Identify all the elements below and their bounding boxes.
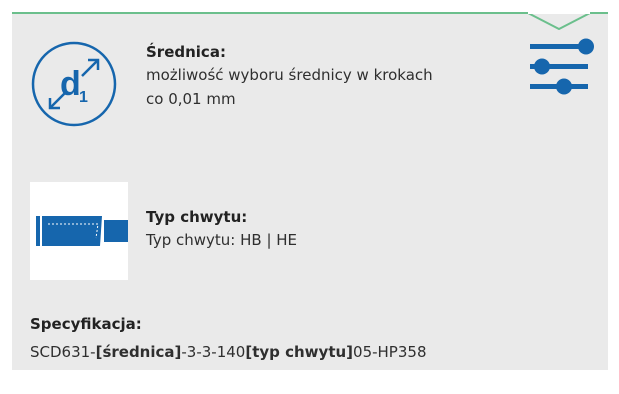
spec-code-shank-placeholder: [typ chwytu] — [245, 343, 354, 361]
shank-description: Typ chwytu: HB | HE — [146, 231, 298, 249]
shank-icon — [36, 216, 128, 246]
settings-sliders-icon[interactable] — [528, 38, 598, 96]
diameter-label: Średnica: — [146, 43, 226, 61]
shank-type-icon — [30, 182, 128, 280]
spec-code-middle: -3-3-140 — [181, 343, 246, 361]
shank-label: Typ chwytu: — [146, 208, 248, 226]
specification-label: Specyfikacja: — [30, 315, 142, 333]
specification-code: SCD631-[średnica]-3-3-140[typ chwytu]05-… — [30, 343, 427, 361]
diameter-info: Średnica: możliwość wyboru średnicy w kr… — [146, 41, 518, 111]
diameter-symbol: d — [60, 65, 81, 103]
notch-chevron-icon — [528, 12, 590, 30]
diameter-subscript: 1 — [79, 89, 88, 106]
spec-code-diameter-placeholder: [średnica] — [95, 343, 182, 361]
diameter-description-line2: co 0,01 mm — [146, 90, 236, 108]
spec-code-prefix: SCD631- — [30, 343, 96, 361]
diameter-description-line1: możliwość wyboru średnicy w krokach — [146, 66, 433, 84]
diameter-d1-icon: d 1 — [31, 41, 117, 127]
spec-code-suffix: 05-HP358 — [353, 343, 427, 361]
shank-info: Typ chwytu: Typ chwytu: HB | HE — [146, 206, 297, 252]
